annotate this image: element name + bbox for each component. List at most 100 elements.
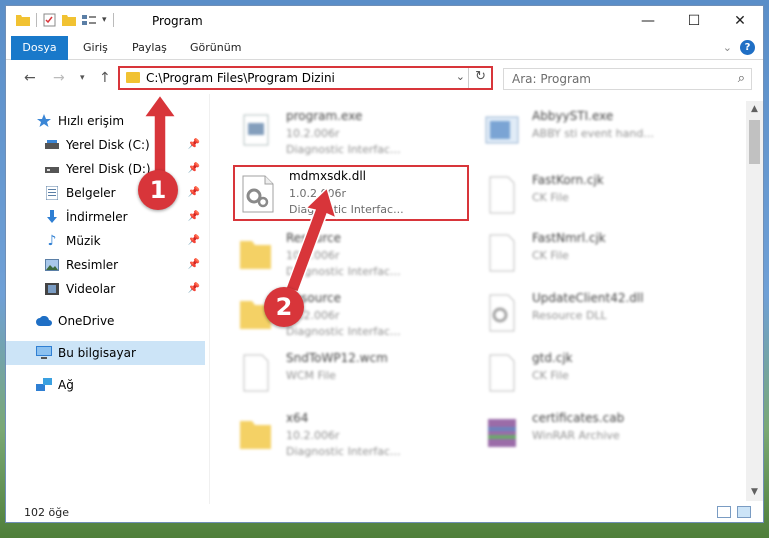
sidebar-item-onedrive[interactable]: OneDrive bbox=[6, 309, 206, 333]
file-item[interactable]: SndToWP12.wcm WCM File bbox=[236, 347, 466, 403]
file-version: WinRAR Archive bbox=[532, 429, 620, 442]
item-count: 102 öğe bbox=[24, 506, 69, 519]
scroll-up-icon[interactable]: ▲ bbox=[746, 101, 763, 118]
scroll-down-icon[interactable]: ▼ bbox=[746, 484, 763, 501]
file-name: SndToWP12.wcm bbox=[286, 351, 388, 365]
refresh-icon[interactable]: ↻ bbox=[475, 69, 486, 84]
sidebar-item-pictures[interactable]: Resimler 📌 bbox=[6, 253, 206, 277]
file-item[interactable]: AbbyySTI.exe ABBY sti event hand... bbox=[482, 105, 712, 161]
file-version: CK File bbox=[532, 191, 569, 204]
address-bar[interactable]: C:\Program Files\Program Dizini ⌄ ↻ bbox=[118, 66, 493, 90]
sidebar-item-this-pc[interactable]: Bu bilgisayar bbox=[6, 341, 205, 365]
sidebar-item-music[interactable]: ♪ Müzik 📌 bbox=[6, 229, 206, 253]
toolbar-separator bbox=[36, 13, 37, 27]
generic-file-icon bbox=[243, 354, 269, 392]
videos-icon bbox=[44, 281, 60, 297]
tab-home[interactable]: Giriş bbox=[83, 36, 108, 60]
search-icon[interactable]: ⌕ bbox=[738, 71, 745, 86]
file-item[interactable]: certificates.cab WinRAR Archive bbox=[482, 407, 712, 463]
folder-icon bbox=[126, 72, 140, 83]
maximize-button[interactable]: ☐ bbox=[671, 6, 717, 36]
file-item[interactable]: x64 10.2.006r Diagnostic Interfac... bbox=[236, 407, 466, 463]
back-arrow-icon[interactable]: ← bbox=[24, 70, 36, 86]
folder-icon[interactable] bbox=[16, 14, 30, 26]
pin-icon[interactable]: 📌 bbox=[188, 187, 200, 198]
file-name: program.exe bbox=[286, 109, 363, 123]
file-version: CK File bbox=[532, 249, 569, 262]
forward-arrow-icon[interactable]: → bbox=[53, 70, 65, 86]
sidebar-item-label: Yerel Disk (D:) bbox=[66, 162, 151, 176]
toolbar-separator bbox=[112, 13, 114, 27]
folder-icon bbox=[240, 421, 271, 449]
recent-locations-icon[interactable]: ▾ bbox=[80, 73, 85, 83]
file-version: 10.2.006r bbox=[286, 127, 340, 140]
file-item[interactable]: Resource 10.2.006r Diagnostic Interfac..… bbox=[236, 227, 466, 283]
file-version: 10.2.006r bbox=[286, 429, 340, 442]
scroll-thumb[interactable] bbox=[749, 120, 760, 164]
file-version: WCM File bbox=[286, 369, 336, 382]
window-controls: — ☐ ✕ bbox=[625, 6, 763, 36]
chevron-down-icon[interactable]: ▾ bbox=[102, 15, 107, 25]
pin-icon[interactable]: 📌 bbox=[188, 235, 200, 246]
sidebar-item-network[interactable]: Ağ bbox=[6, 373, 206, 397]
file-item[interactable]: FastNmrl.cjk CK File bbox=[482, 227, 712, 283]
minimize-button[interactable]: — bbox=[625, 6, 671, 36]
up-arrow-icon[interactable]: ↑ bbox=[99, 70, 111, 86]
file-version: Resource DLL bbox=[532, 309, 607, 322]
tiles-view-icon[interactable] bbox=[737, 506, 751, 518]
file-version: ABBY sti event hand... bbox=[532, 127, 654, 140]
sidebar-item-label: Müzik bbox=[66, 234, 101, 248]
file-name: mdmxsdk.dll bbox=[289, 169, 367, 183]
generic-file-icon bbox=[489, 354, 515, 392]
pin-icon[interactable]: 📌 bbox=[188, 259, 200, 270]
sidebar-item-label: Ağ bbox=[58, 378, 74, 392]
properties-icon[interactable] bbox=[43, 13, 56, 27]
status-bar: 102 öğe bbox=[6, 502, 763, 522]
file-name: certificates.cab bbox=[532, 411, 625, 425]
computer-icon bbox=[36, 345, 52, 361]
step-badge-2: 2 bbox=[264, 287, 304, 327]
folder-icon bbox=[240, 241, 271, 269]
music-icon: ♪ bbox=[47, 233, 57, 249]
sidebar-item-label: OneDrive bbox=[58, 314, 115, 328]
sidebar-item-downloads[interactable]: İndirmeler 📌 bbox=[6, 205, 206, 229]
pin-icon[interactable]: 📌 bbox=[188, 283, 200, 294]
cloud-icon bbox=[36, 313, 52, 329]
generic-file-icon bbox=[489, 176, 515, 214]
pin-icon[interactable]: 📌 bbox=[188, 211, 200, 222]
sidebar-item-label: Bu bilgisayar bbox=[58, 346, 136, 360]
pane-divider[interactable] bbox=[209, 94, 210, 504]
sidebar-item-videos[interactable]: Videolar 📌 bbox=[6, 277, 206, 301]
details-view-icon[interactable] bbox=[717, 506, 731, 518]
vertical-scrollbar[interactable]: ▲ ▼ bbox=[746, 101, 763, 501]
ribbon-right-controls: ⌄ ? bbox=[723, 40, 755, 55]
tab-file[interactable]: Dosya bbox=[11, 36, 68, 60]
new-folder-icon[interactable] bbox=[62, 14, 76, 26]
file-name: gtd.cjk bbox=[532, 351, 573, 365]
pin-icon[interactable]: 📌 bbox=[188, 163, 200, 174]
tab-view[interactable]: Görünüm bbox=[190, 36, 241, 60]
file-item[interactable]: program.exe 10.2.006r Diagnostic Interfa… bbox=[236, 105, 466, 161]
file-item[interactable]: FastKorn.cjk CK File bbox=[482, 169, 712, 225]
disk-icon bbox=[44, 161, 60, 177]
quick-access-toolbar: ▾ bbox=[16, 13, 114, 27]
pin-icon[interactable]: 📌 bbox=[188, 139, 200, 150]
arrow-annotation-2 bbox=[285, 186, 338, 293]
help-icon[interactable]: ? bbox=[740, 40, 755, 55]
expand-ribbon-icon[interactable]: ⌄ bbox=[723, 41, 732, 54]
close-button[interactable]: ✕ bbox=[717, 6, 763, 36]
file-description: Diagnostic Interfac... bbox=[286, 445, 401, 458]
address-path[interactable]: C:\Program Files\Program Dizini bbox=[146, 71, 335, 85]
window-title: Program bbox=[152, 14, 203, 28]
explorer-window: ▾ Program — ☐ ✕ Dosya Giriş Paylaş Görün… bbox=[5, 5, 764, 523]
exe-file-icon bbox=[485, 116, 519, 144]
navigation-bar: ← → ▾ ↑ C:\Program Files\Program Dizini … bbox=[6, 62, 763, 94]
file-item[interactable]: gtd.cjk CK File bbox=[482, 347, 712, 403]
view-options-icon[interactable] bbox=[82, 14, 96, 26]
sidebar-item-label: İndirmeler bbox=[66, 210, 128, 224]
search-input[interactable]: Ara: Program ⌕ bbox=[503, 68, 752, 90]
file-item[interactable]: UpdateClient42.dll Resource DLL bbox=[482, 287, 712, 343]
tab-share[interactable]: Paylaş bbox=[132, 36, 167, 60]
file-name: AbbyySTI.exe bbox=[532, 109, 614, 123]
chevron-down-icon[interactable]: ⌄ bbox=[456, 70, 465, 83]
